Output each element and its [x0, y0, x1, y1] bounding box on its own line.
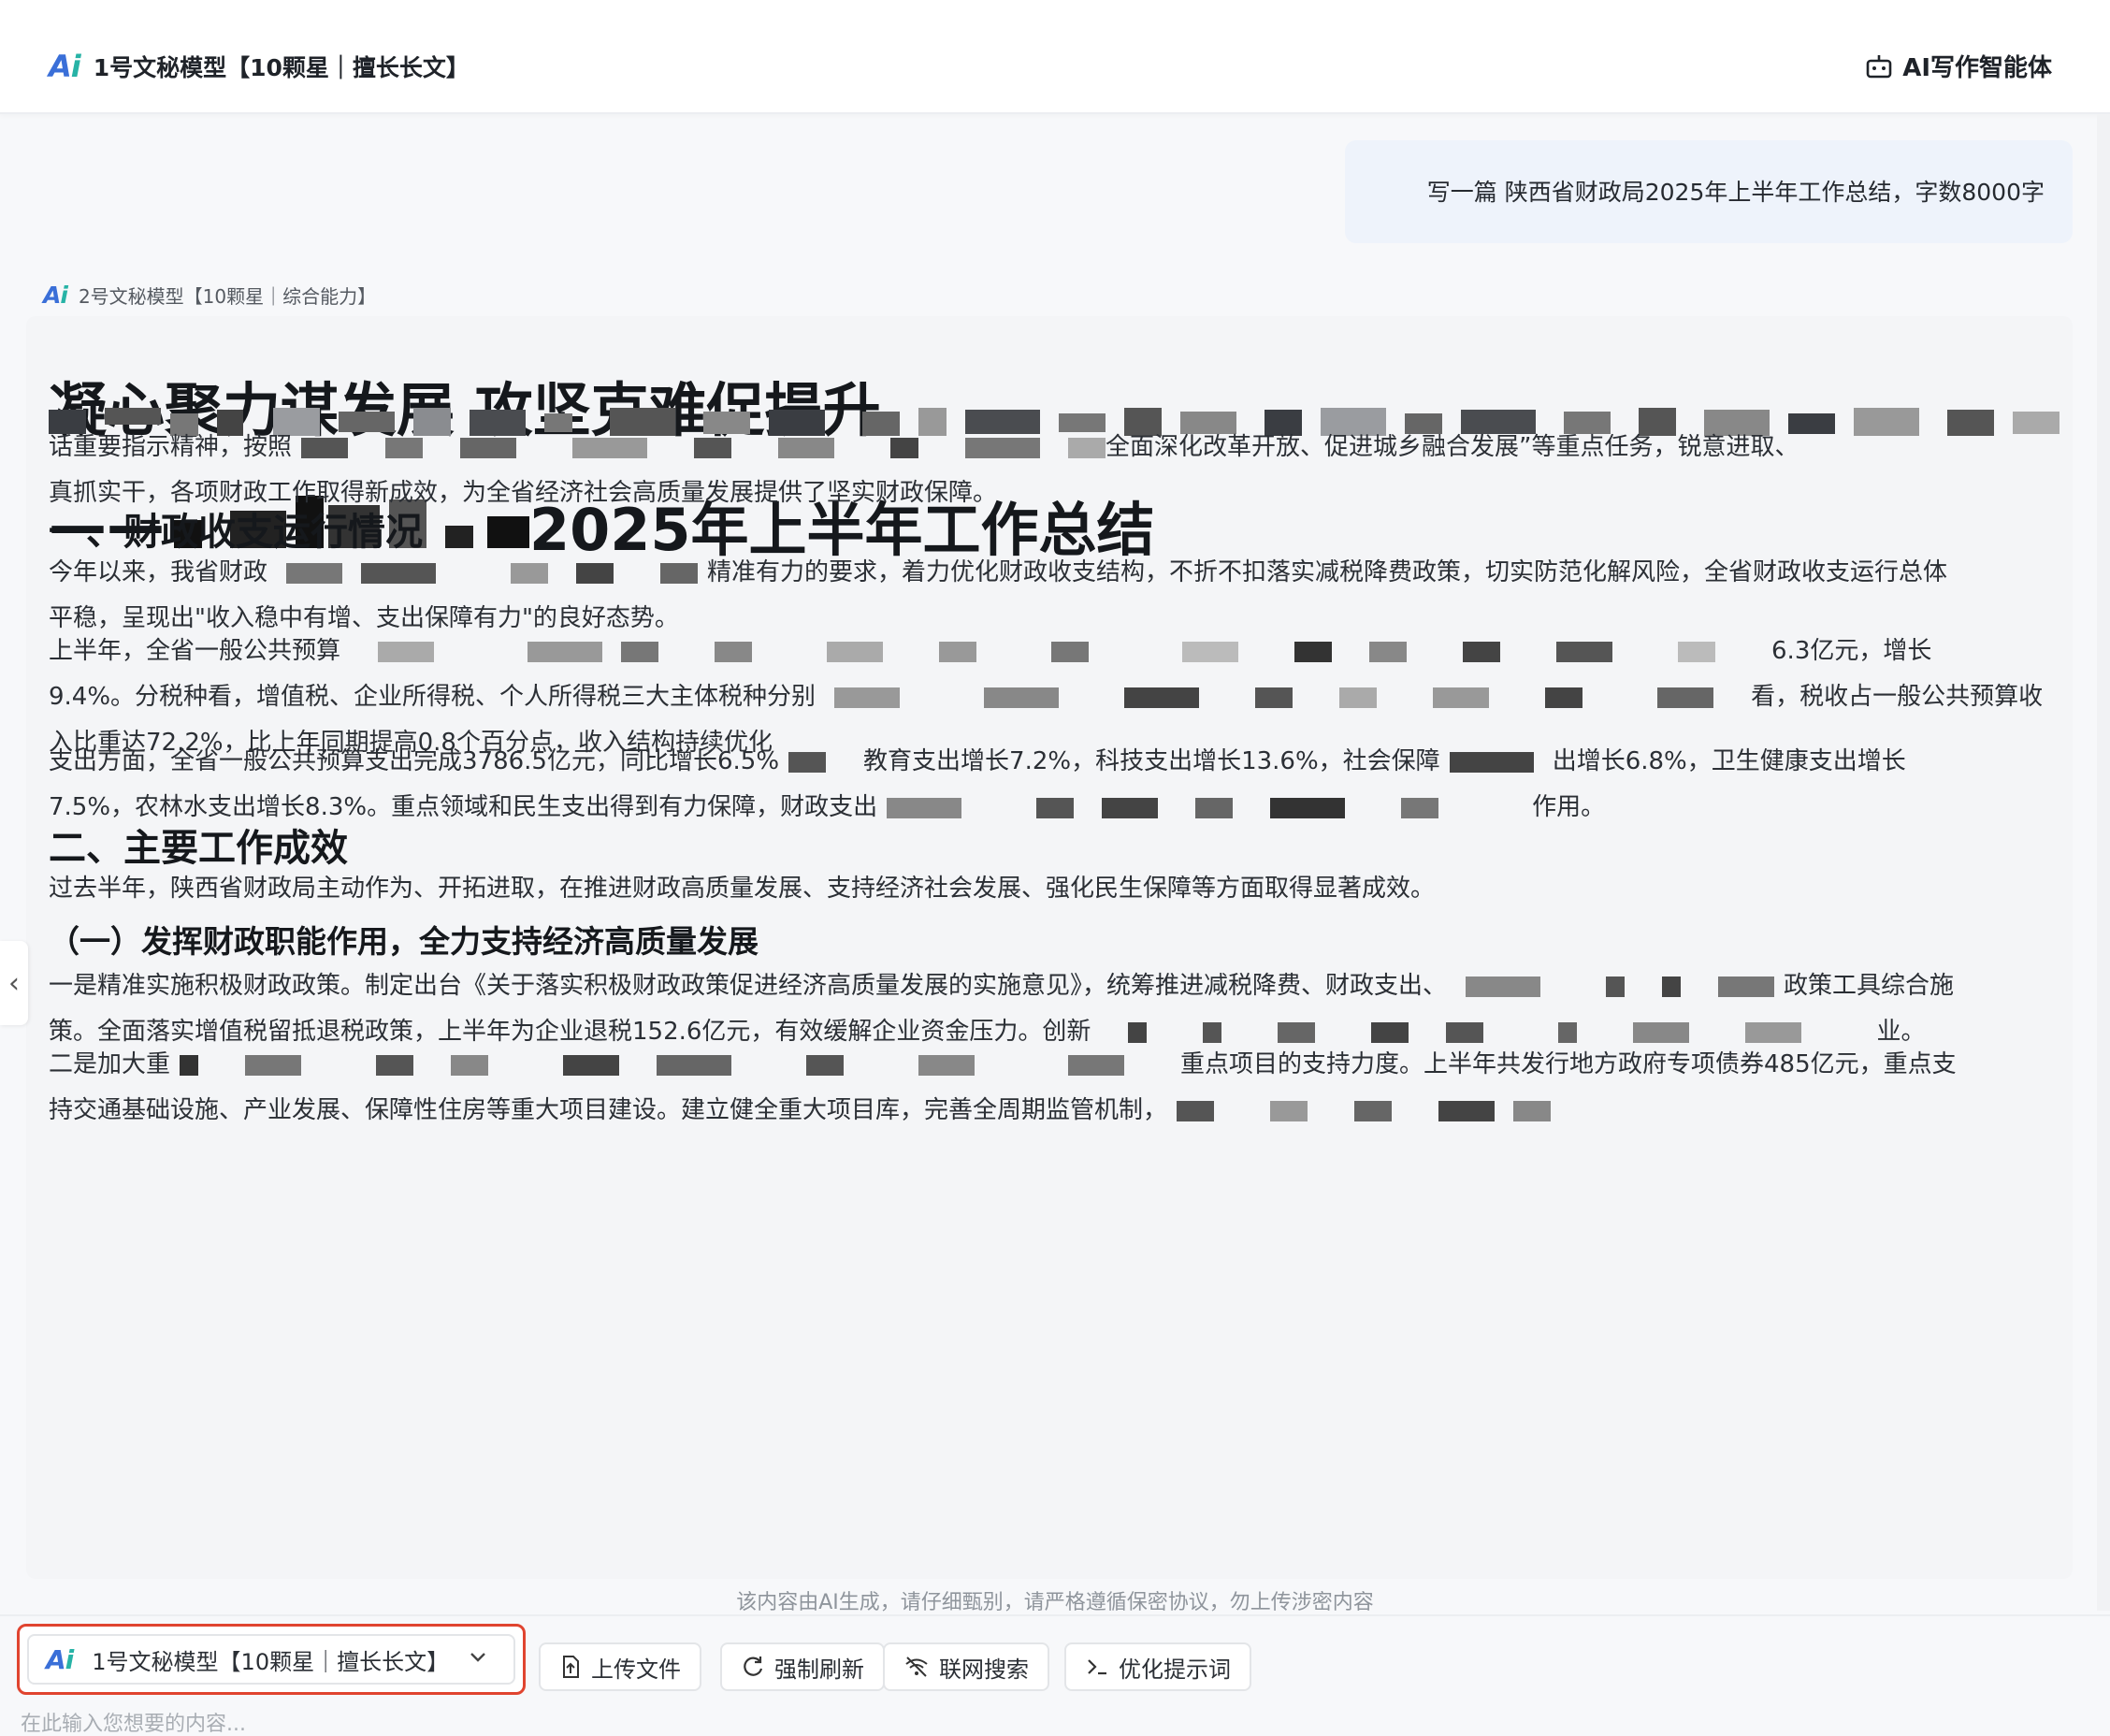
force-refresh-button[interactable]: 强制刷新 [720, 1642, 885, 1691]
redacted-block [267, 559, 707, 587]
redacted-block [779, 748, 863, 776]
text-line: 今年以来，我省财政 精准有力的要求，着力优化财政收支结构，不折不扣落实减税降费政策… [49, 558, 1948, 587]
reply-model-tag: Ai 2号文秘模型【10颗星｜综合能力】 [30, 271, 400, 320]
terminal-prompt-icon [1088, 1659, 1106, 1675]
redacted-block [1447, 973, 1784, 1001]
text-line: 话重要指示精神，按照 全面深化改革开放、促进城乡融合发展”等重点任务，锐意进取、 [49, 433, 1799, 462]
header-brand[interactable]: Ai 1号文秘模型【10颗星｜擅长长文】 [49, 49, 470, 84]
collapse-sidebar-chevron-icon[interactable]: ‹ [0, 941, 28, 1025]
reply-model-name: 2号文秘模型【10颗星｜综合能力】 [78, 284, 377, 308]
subsection1-heading: （一）发挥财政职能作用，全力支持经济高质量发展 [49, 923, 759, 960]
toolbar-divider [0, 1614, 2110, 1616]
text-line: 持交通基础设施、产业发展、保障性住房等重大项目建设。建立健全重大项目库，完善全周… [49, 1088, 2059, 1134]
ai-disclaimer: 该内容由AI生成，请仔细甄别，请严格遵循保密协议，勿上传涉密内容 [736, 1591, 1374, 1614]
chevron-down-icon [470, 1653, 485, 1662]
section1-heading: 一、财政收支运行情况 [49, 511, 423, 554]
text-line: 过去半年，陕西省财政局主动作为、开拓进取，在推进财政高质量发展、支持经济社会发展… [49, 875, 1436, 903]
ai-logo-icon: Ai [43, 281, 68, 309]
wifi-off-icon [905, 1656, 928, 1677]
text-line: 支出方面，全省一般公共预算支出完成3786.5亿元，同比增长6.5% 教育支出增长… [49, 747, 1906, 776]
chat-input[interactable] [21, 1712, 2078, 1736]
redacted-block [877, 794, 1532, 822]
redacted-block [340, 638, 1771, 666]
text-line: 9.4%。分税种看，增值税、企业所得税、个人所得税三大主体税种分别 看，税收占一般… [49, 683, 2044, 712]
subsection1-paragraph2: 二是加大重 重点项目的支持力度。上半年共发行地方政府专项债券485亿元，重点支 持… [49, 1042, 2059, 1134]
section2-paragraph1: 过去半年，陕西省财政局主动作为、开拓进取，在推进财政高质量发展、支持经济社会发展… [49, 866, 2059, 912]
redacted-block [170, 1051, 1180, 1079]
header-model-title: 1号文秘模型【10颗星｜擅长长文】 [93, 54, 470, 81]
model-select-label: 1号文秘模型【10颗星｜擅长长文】 [92, 1648, 450, 1675]
redacted-block [292, 434, 1106, 462]
redacted-block [1440, 748, 1553, 776]
section2-heading: 二、主要工作成效 [49, 827, 348, 870]
ai-answer-card: 凝心聚力谋发展 攻坚克难促提升 —— 2025年上半年工作总结 话重要指示精神，… [26, 316, 2073, 1579]
ai-logo-icon: Ai [49, 49, 81, 84]
refresh-icon [744, 1656, 763, 1676]
scrollbar-track[interactable] [2097, 114, 2110, 1611]
ai-logo-icon: Ai [46, 1643, 74, 1675]
web-search-button[interactable]: 联网搜索 [883, 1642, 1049, 1691]
app-header: Ai 1号文秘模型【10颗星｜擅长长文】 AI写作智能体 [0, 0, 2110, 114]
upload-file-button[interactable]: 上传文件 [539, 1642, 701, 1691]
text-line: 上半年，全省一般公共预算 6.3亿元，增长 [49, 637, 1932, 666]
ai-writing-agent-button[interactable]: AI写作智能体 [1865, 49, 2052, 83]
text-line: 一是精准实施积极财政政策。制定出台《关于落实积极财政政策促进经济高质量发展的实施… [49, 972, 1955, 1001]
section1-paragraph3: 支出方面，全省一般公共预算支出完成3786.5亿元，同比增长6.5% 教育支出增长… [49, 739, 2059, 831]
optimize-prompt-button[interactable]: 优化提示词 [1064, 1642, 1251, 1691]
user-message-bubble: 写一篇 陕西省财政局2025年上半年工作总结，字数8000字 [1345, 140, 2073, 243]
agent-label: AI写作智能体 [1902, 54, 2052, 82]
redacted-block [1167, 1097, 1560, 1125]
model-select-dropdown[interactable]: Ai 1号文秘模型【10颗星｜擅长长文】 [17, 1624, 526, 1695]
text-line: 二是加大重 重点项目的支持力度。上半年共发行地方政府专项债券485亿元，重点支 [49, 1050, 1957, 1079]
file-upload-icon [563, 1656, 579, 1678]
robot-icon [1866, 54, 1892, 78]
redacted-block [816, 684, 1751, 712]
user-message-text: 写一篇 陕西省财政局2025年上半年工作总结，字数8000字 [1426, 179, 2045, 206]
text-line: 7.5%，农林水支出增长8.3%。重点领域和民生支出得到有力保障，财政支出 作用。 [49, 793, 1606, 822]
